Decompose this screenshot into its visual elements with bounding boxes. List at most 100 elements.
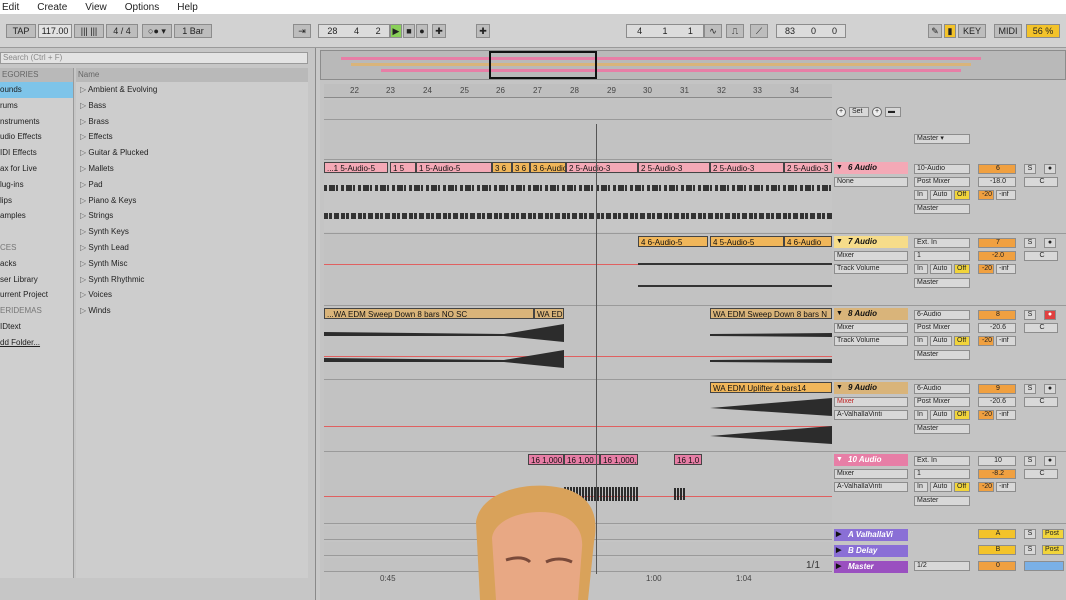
menu-view[interactable]: View: [83, 2, 109, 13]
stop-icon[interactable]: ■: [403, 24, 415, 38]
input-select[interactable]: Ext. In: [914, 238, 970, 248]
master-pan[interactable]: [1024, 561, 1064, 571]
send-b[interactable]: -inf: [996, 410, 1016, 420]
clip[interactable]: 16 1,00: [564, 454, 600, 465]
send-a[interactable]: -20: [978, 336, 994, 346]
input-select[interactable]: Ext. In: [914, 456, 970, 466]
browser-item[interactable]: Synth Misc: [76, 256, 308, 272]
clip[interactable]: ...1 5-Audio-5: [324, 162, 388, 173]
pan-field[interactable]: C: [1024, 251, 1058, 261]
in-button[interactable]: In: [914, 410, 928, 420]
send-b[interactable]: -inf: [996, 190, 1016, 200]
off-button[interactable]: Off: [954, 264, 970, 274]
category-max-for-live[interactable]: ax for Live: [0, 161, 73, 177]
solo-button[interactable]: S: [1024, 456, 1036, 466]
track-lane-5[interactable]: [324, 120, 832, 160]
input-select[interactable]: 6-Audio: [914, 384, 970, 394]
off-button[interactable]: Off: [954, 482, 970, 492]
track-lane-stub[interactable]: [324, 100, 832, 120]
clip[interactable]: WA EDM Uplifter 4 bars14: [710, 382, 832, 393]
solo-button[interactable]: S: [1024, 384, 1036, 394]
solo-button[interactable]: S: [1024, 529, 1036, 539]
clip[interactable]: WA EDM Sweep Down 8 bars N: [710, 308, 832, 319]
name-column-header[interactable]: Name: [76, 68, 308, 82]
clip[interactable]: 3 6: [492, 162, 512, 173]
punch-out-icon[interactable]: ⟋: [750, 24, 768, 38]
off-button[interactable]: Off: [954, 190, 970, 200]
category-sounds[interactable]: ounds: [0, 82, 73, 98]
menu-create[interactable]: Create: [35, 2, 69, 13]
play-icon[interactable]: ▶: [390, 24, 402, 38]
automation-param-select[interactable]: A-ValhallaVinti: [834, 410, 908, 420]
browser-item[interactable]: Guitar & Plucked: [76, 145, 308, 161]
place-midi-text[interactable]: IDtext: [0, 319, 73, 335]
output-select[interactable]: Master: [914, 496, 970, 506]
clip[interactable]: ...WA EDM Sweep Down 8 bars NO SC: [324, 308, 534, 319]
browser-item[interactable]: Brass: [76, 114, 308, 130]
category-samples[interactable]: amples: [0, 208, 73, 224]
browser-search-input[interactable]: Search (Ctrl + F): [0, 52, 308, 64]
browser-item[interactable]: Piano & Keys: [76, 193, 308, 209]
cue-select[interactable]: 1/2: [914, 561, 970, 571]
overdub-icon[interactable]: ✚: [432, 24, 446, 38]
clip[interactable]: 1 5-Audio-5: [416, 162, 492, 173]
browser-item[interactable]: Strings: [76, 208, 308, 224]
track-lane-7[interactable]: 4 6-Audio-5 4 5-Audio-5 4 6-Audio: [324, 234, 832, 306]
track-number[interactable]: 7: [978, 238, 1016, 248]
tap-button[interactable]: TAP: [6, 24, 36, 38]
in-button[interactable]: In: [914, 336, 928, 346]
category-instruments[interactable]: nstruments: [0, 114, 73, 130]
channel-select[interactable]: 1: [914, 251, 970, 261]
browser-item[interactable]: Bass: [76, 98, 308, 114]
loop-start[interactable]: 4 1 1: [626, 24, 704, 38]
clip[interactable]: 2 5-Audio-3: [566, 162, 638, 173]
master-name[interactable]: Master: [834, 561, 908, 573]
beat-ruler[interactable]: 22 23 24 25 26 27 28 29 30 31 32 33 34: [324, 84, 832, 98]
clip[interactable]: 2 5-Audio-3: [784, 162, 832, 173]
track-number[interactable]: 6: [978, 164, 1016, 174]
post-button[interactable]: Post: [1042, 545, 1064, 555]
track-name[interactable]: 10 Audio: [834, 454, 908, 466]
draw-mode-icon[interactable]: ✎: [928, 24, 942, 38]
browser-item[interactable]: Ambient & Evolving: [76, 82, 308, 98]
time-signature[interactable]: 4 / 4: [106, 24, 138, 38]
send-b[interactable]: -inf: [996, 482, 1016, 492]
automation-select[interactable]: Mixer: [834, 251, 908, 261]
monitor-select[interactable]: Post Mixer: [914, 397, 970, 407]
automation-param-select[interactable]: A-ValhallaVinti: [834, 482, 908, 492]
input-select[interactable]: 6-Audio: [914, 310, 970, 320]
clip[interactable]: 16 1,0: [674, 454, 702, 465]
clip[interactable]: 4 6-Audio-5: [638, 236, 708, 247]
nudge-buttons[interactable]: ||| |||: [74, 24, 104, 38]
pan-field[interactable]: C: [1024, 323, 1058, 333]
add-folder-link[interactable]: dd Folder...: [0, 335, 73, 351]
menu-edit[interactable]: Edit: [0, 2, 21, 13]
auto-button[interactable]: Auto: [930, 410, 952, 420]
clip[interactable]: WA ED: [534, 308, 564, 319]
return-letter[interactable]: B: [978, 545, 1016, 555]
automation-select[interactable]: Mixer: [834, 397, 908, 407]
category-plugins[interactable]: lug-ins: [0, 177, 73, 193]
clip[interactable]: 16 1,000,: [600, 454, 638, 465]
category-midi-effects[interactable]: IDI Effects: [0, 145, 73, 161]
pan-field[interactable]: C: [1024, 177, 1058, 187]
track-number[interactable]: 8: [978, 310, 1016, 320]
track-number[interactable]: 9: [978, 384, 1016, 394]
output-select[interactable]: Master: [914, 350, 970, 360]
record-icon[interactable]: ●: [416, 24, 428, 38]
place-packs[interactable]: acks: [0, 256, 73, 272]
send-b[interactable]: -inf: [996, 264, 1016, 274]
arm-button[interactable]: ●: [1044, 384, 1056, 394]
arm-button[interactable]: ●: [1044, 238, 1056, 248]
menu-help[interactable]: Help: [175, 2, 200, 13]
punch-in-icon[interactable]: ⎍: [726, 24, 744, 38]
automation-param-select[interactable]: Track Volume: [834, 336, 908, 346]
track-name[interactable]: 7 Audio: [834, 236, 908, 248]
clip[interactable]: 4 5-Audio-5: [710, 236, 784, 247]
track-lane-6[interactable]: ...1 5-Audio-5 1 5 1 5-Audio-5 3 6 3 6 3…: [324, 160, 832, 234]
overview-window[interactable]: [489, 51, 597, 79]
in-button[interactable]: In: [914, 264, 928, 274]
volume-field[interactable]: -8.2: [978, 469, 1016, 479]
place-user-library[interactable]: ser Library: [0, 272, 73, 288]
output-select[interactable]: Master: [914, 204, 970, 214]
